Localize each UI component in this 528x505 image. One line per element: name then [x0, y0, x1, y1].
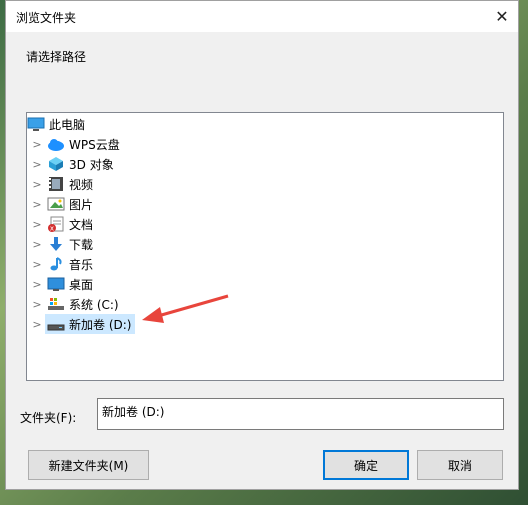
video-icon [47, 176, 65, 192]
browse-folder-dialog: 浏览文件夹 ✕ 请选择路径 此电脑 > WPS云盘 > 3D 对象 > 视频 >… [5, 0, 519, 490]
tree-item-pictures[interactable]: > 图片 [27, 194, 93, 214]
tree-item-new-volume-d[interactable]: > 新加卷 (D:) [27, 314, 136, 334]
chevron-right-icon[interactable]: > [31, 314, 43, 334]
tree-item-video[interactable]: > 视频 [27, 174, 93, 194]
folder-path-field[interactable]: 新加卷 (D:) [97, 398, 504, 430]
tree-item-label: 新加卷 (D:) [69, 317, 132, 332]
folder-field-label: 文件夹(F): [20, 411, 77, 425]
drive-icon [47, 316, 65, 332]
cancel-button[interactable]: 取消 [417, 450, 503, 480]
ok-button[interactable]: 确定 [323, 450, 409, 480]
tree-item-label: 图片 [69, 197, 94, 212]
tree-item-system-drive[interactable]: > 系统 (C:) [27, 294, 119, 314]
chevron-right-icon[interactable]: > [31, 214, 43, 234]
tree-item-label: 文档 [69, 217, 94, 232]
tree-item-label: 音乐 [69, 257, 94, 272]
tree-item-wps-cloud[interactable]: > WPS云盘 [27, 134, 120, 154]
tree-item-label: 视频 [69, 177, 94, 192]
tree-item-music[interactable]: > 音乐 [27, 254, 93, 274]
dialog-title: 浏览文件夹 [16, 11, 77, 25]
chevron-right-icon[interactable]: > [31, 254, 43, 274]
tree-item-this-pc[interactable]: 此电脑 [27, 114, 85, 134]
chevron-right-icon[interactable]: > [31, 274, 43, 294]
tree-item-label: 3D 对象 [69, 157, 114, 172]
cloud-icon [47, 136, 65, 152]
download-icon [47, 236, 65, 252]
tree-item-label: WPS云盘 [69, 137, 120, 152]
folder-tree[interactable]: 此电脑 > WPS云盘 > 3D 对象 > 视频 > 图片 > x 文档 > 下… [26, 112, 504, 381]
chevron-right-icon[interactable]: > [31, 154, 43, 174]
system-drive-icon [47, 296, 65, 312]
prompt-text: 请选择路径 [26, 50, 87, 64]
tree-item-desktop[interactable]: > 桌面 [27, 274, 93, 294]
title-bar: 浏览文件夹 ✕ [6, 1, 518, 32]
tree-item-downloads[interactable]: > 下载 [27, 234, 93, 254]
desktop-icon [47, 276, 65, 292]
chevron-right-icon[interactable]: > [31, 194, 43, 214]
computer-icon [27, 116, 45, 132]
tree-item-documents[interactable]: > x 文档 [27, 214, 93, 234]
chevron-right-icon[interactable]: > [31, 294, 43, 314]
music-icon [47, 256, 65, 272]
chevron-right-icon[interactable]: > [31, 134, 43, 154]
tree-item-label: 下载 [69, 237, 94, 252]
tree-item-label: 此电脑 [49, 117, 86, 132]
tree-item-label: 桌面 [69, 277, 94, 292]
new-folder-button[interactable]: 新建文件夹(M) [28, 450, 149, 480]
3d-objects-icon [47, 156, 65, 172]
tree-item-label: 系统 (C:) [69, 297, 119, 312]
selected-highlight[interactable]: 新加卷 (D:) [45, 314, 136, 334]
chevron-right-icon[interactable]: > [31, 174, 43, 194]
tree-item-3d-objects[interactable]: > 3D 对象 [27, 154, 114, 174]
pictures-icon [47, 196, 65, 212]
documents-icon: x [47, 216, 65, 232]
close-icon[interactable]: ✕ [486, 1, 518, 32]
chevron-right-icon[interactable]: > [31, 234, 43, 254]
svg-text:x: x [50, 225, 54, 233]
